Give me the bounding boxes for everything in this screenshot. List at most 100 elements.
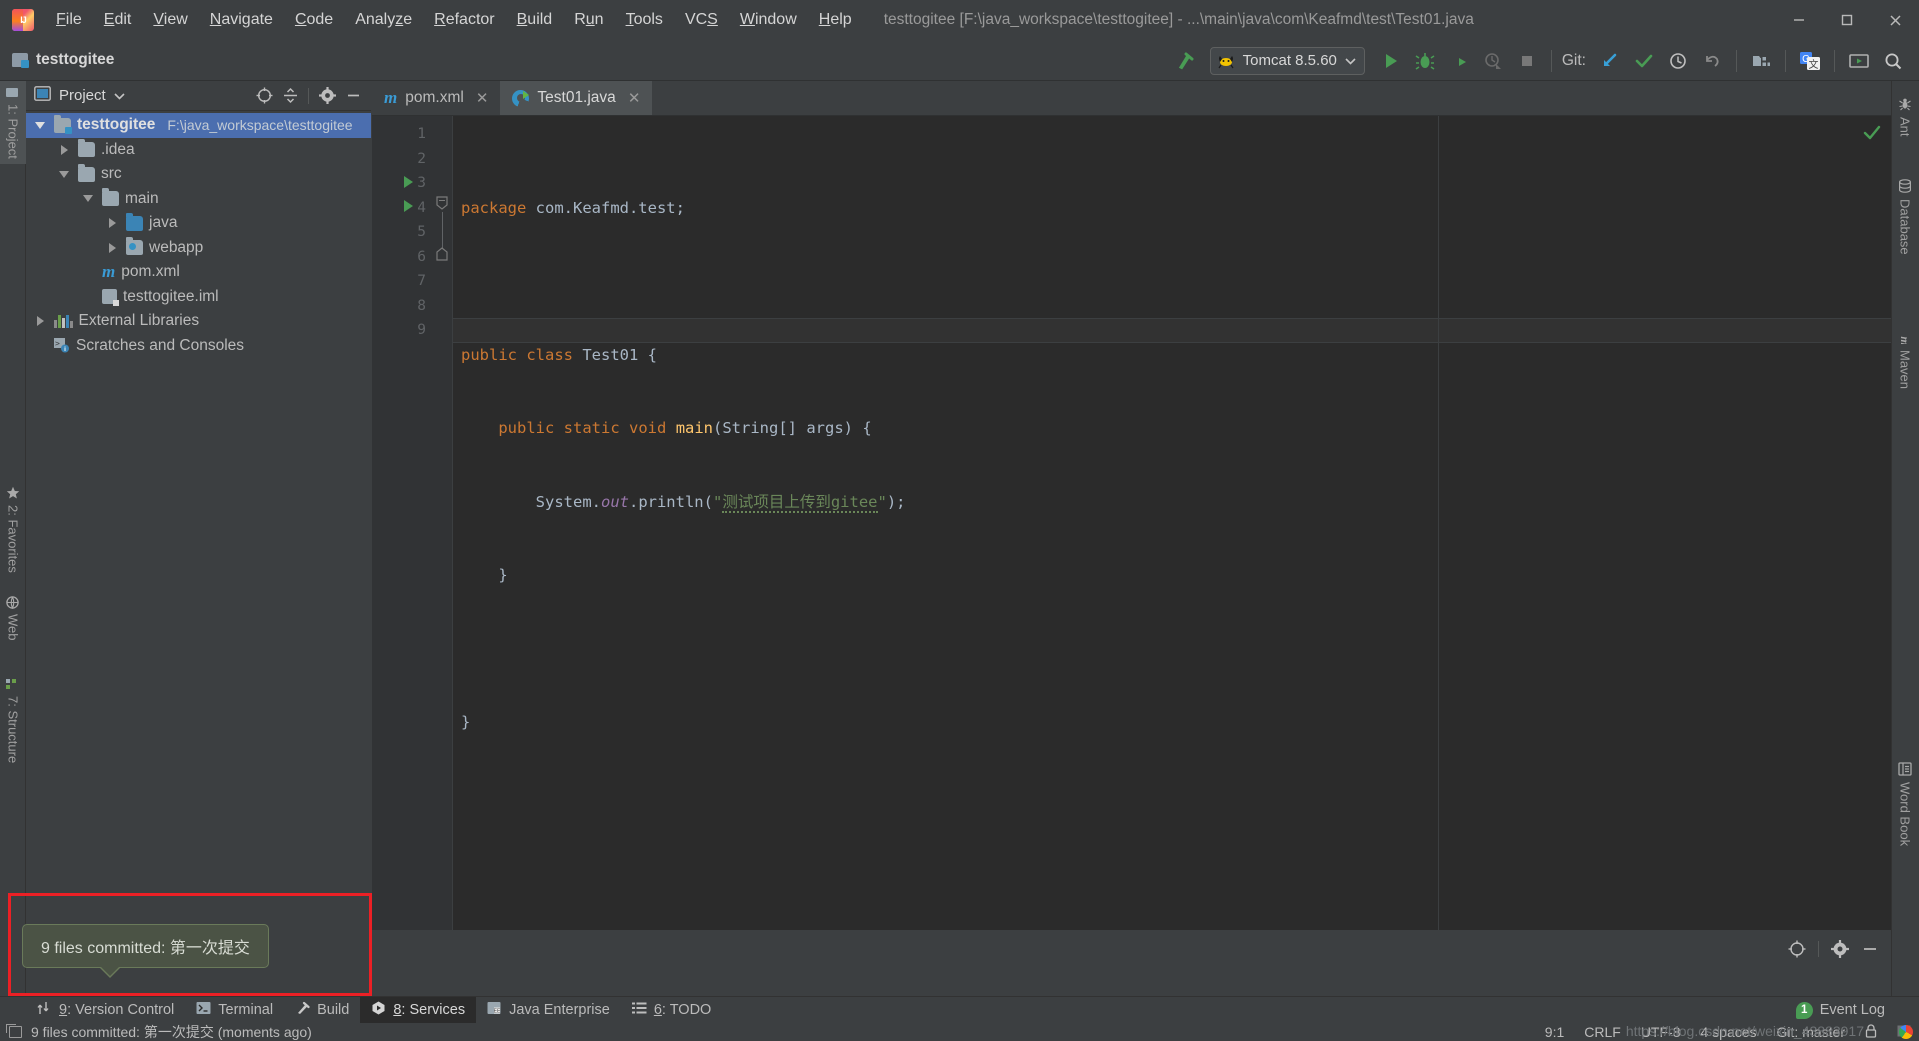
lock-icon[interactable] [1865, 1023, 1877, 1041]
locate-icon[interactable] [1784, 936, 1810, 962]
bottom-tab-terminal[interactable]: Terminal [185, 997, 284, 1024]
tree-row-webapp[interactable]: webapp [26, 236, 371, 261]
menu-vcs[interactable]: VCS [675, 7, 728, 33]
toolbar-project-label[interactable]: testtogitee [12, 51, 114, 69]
expand-arrow-right-icon[interactable] [104, 242, 120, 253]
run-icon[interactable] [1375, 45, 1407, 77]
maximize-button[interactable] [1823, 0, 1871, 40]
sidebar-item-maven[interactable]: m Maven [1891, 324, 1919, 395]
line-number: 4 [417, 199, 426, 216]
bottom-tab-version-control[interactable]: 9: Version Control [26, 997, 185, 1024]
line-separator[interactable]: CRLF [1584, 1024, 1621, 1040]
menu-view[interactable]: View [143, 7, 197, 33]
sidebar-item-word-book[interactable]: Word Book [1891, 756, 1919, 852]
bottom-tab-todo[interactable]: 6: TODO [621, 997, 723, 1024]
collapse-arrow-down-icon[interactable] [56, 170, 72, 178]
chevron-down-icon[interactable] [114, 87, 125, 105]
line-number: 5 [417, 224, 426, 240]
line-number: 7 [417, 273, 426, 289]
caret-position[interactable]: 9:1 [1545, 1024, 1564, 1040]
profiler-icon[interactable] [1477, 45, 1509, 77]
status-bar-right: 9:1 CRLF UTF-8 4 spaces Git: master [1545, 1023, 1919, 1041]
menu-edit[interactable]: Edit [94, 7, 142, 33]
bottom-tab-java-enterprise[interactable]: EE Java Enterprise [476, 997, 621, 1024]
indent-setting[interactable]: 4 spaces [1700, 1024, 1756, 1040]
tree-label-main: main [125, 189, 159, 207]
run-with-coverage-icon[interactable] [1443, 45, 1475, 77]
update-project-icon[interactable] [1594, 45, 1626, 77]
code-folding-gutter[interactable] [432, 116, 452, 996]
menu-window[interactable]: Window [730, 7, 807, 33]
close-button[interactable] [1871, 0, 1919, 40]
tree-row-java[interactable]: java [26, 211, 371, 236]
tree-row-pom-xml[interactable]: m pom.xml [26, 260, 371, 285]
close-tab-test01-java-icon[interactable]: ✕ [628, 89, 641, 107]
menu-tools[interactable]: Tools [616, 7, 673, 33]
tree-row-src[interactable]: src [26, 162, 371, 187]
tab-pom-xml[interactable]: m pom.xml ✕ [372, 81, 500, 115]
hide-icon[interactable] [341, 84, 365, 108]
menu-navigate[interactable]: Navigate [200, 7, 283, 33]
menu-build[interactable]: Build [507, 7, 563, 33]
run-class-gutter-icon[interactable] [404, 176, 413, 188]
sidebar-item-web[interactable]: Web [0, 591, 26, 646]
sidebar-item-structure[interactable]: 7: Structure [0, 673, 26, 768]
sidebar-item-database[interactable]: Database [1891, 173, 1919, 261]
settings-gear-icon[interactable] [1827, 936, 1853, 962]
sidebar-item-favorites[interactable]: 2: Favorites [0, 481, 26, 578]
status-message[interactable]: 9 files committed: 第一次提交 (moments ago) [31, 1022, 312, 1041]
code-text[interactable]: package com.Keafmd.test; public class Te… [452, 116, 1891, 996]
menu-code[interactable]: Code [285, 7, 343, 33]
expand-arrow-right-icon[interactable] [104, 218, 120, 229]
git-branch[interactable]: Git: master [1777, 1024, 1845, 1040]
collapse-all-icon[interactable] [278, 84, 302, 108]
line-number: 1 [417, 126, 426, 142]
menu-refactor[interactable]: Refactor [424, 7, 504, 33]
collapse-arrow-down-icon[interactable] [80, 195, 96, 203]
debug-icon[interactable] [1409, 45, 1441, 77]
stop-icon[interactable] [1511, 45, 1543, 77]
menu-run[interactable]: Run [564, 7, 613, 33]
build-hammer-icon[interactable] [1168, 45, 1200, 77]
translate-icon[interactable]: G 文 [1794, 45, 1826, 77]
run-configuration-selector[interactable]: Tomcat 8.5.60 [1209, 46, 1365, 75]
fold-region-start-icon [436, 196, 448, 210]
event-log-button[interactable]: 1 Event Log [1795, 1001, 1919, 1019]
bottom-tab-build[interactable]: Build [284, 997, 360, 1024]
commit-notification-balloon[interactable]: 9 files committed: 第一次提交 [22, 924, 269, 978]
file-encoding[interactable]: UTF-8 [1641, 1024, 1681, 1040]
presentation-icon[interactable] [1843, 45, 1875, 77]
run-method-gutter-icon[interactable] [404, 200, 413, 212]
tree-row-iml[interactable]: testtogitee.iml [26, 285, 371, 310]
bottom-tab-services[interactable]: 8: Services [360, 996, 477, 1024]
hide-icon[interactable] [1857, 936, 1883, 962]
expand-arrow-right-icon[interactable] [56, 144, 72, 155]
tree-row-testtogitee[interactable]: testtogitee F:\java_workspace\testtogite… [26, 113, 371, 138]
menu-file[interactable]: File [46, 7, 92, 33]
select-opened-file-icon[interactable] [252, 84, 276, 108]
close-tab-pom-xml-icon[interactable]: ✕ [476, 89, 489, 107]
editor-area: m pom.xml ✕ Test01.java ✕ 1 2 3 4 5 6 7 … [372, 81, 1891, 996]
inspection-ok-icon[interactable] [1863, 124, 1881, 147]
search-everywhere-icon[interactable] [1877, 45, 1909, 77]
tree-row-idea[interactable]: .idea [26, 138, 371, 163]
code-editor[interactable]: 1 2 3 4 5 6 7 8 9 package com.Keafmd.tes… [372, 116, 1891, 996]
tree-row-external-libraries[interactable]: External Libraries [26, 309, 371, 334]
expand-arrow-right-icon[interactable] [32, 316, 48, 327]
source-folder-icon [126, 212, 143, 231]
menu-help[interactable]: Help [809, 7, 862, 33]
minimize-button[interactable] [1775, 0, 1823, 40]
sidebar-item-project[interactable]: 1: Project [0, 81, 26, 164]
expand-arrow-down-icon[interactable] [32, 121, 48, 129]
commit-icon[interactable] [1628, 45, 1660, 77]
project-structure-icon[interactable] [1745, 45, 1777, 77]
menu-analyze[interactable]: Analyze [345, 7, 422, 33]
tree-row-scratches[interactable]: > i Scratches and Consoles [26, 334, 371, 359]
notification-balloon-icon[interactable] [6, 1024, 22, 1038]
tree-row-main[interactable]: main [26, 187, 371, 212]
settings-gear-icon[interactable] [315, 84, 339, 108]
sidebar-item-ant[interactable]: Ant [1891, 91, 1919, 143]
rollback-icon[interactable] [1696, 45, 1728, 77]
history-icon[interactable] [1662, 45, 1694, 77]
tab-test01-java[interactable]: Test01.java ✕ [500, 81, 653, 115]
